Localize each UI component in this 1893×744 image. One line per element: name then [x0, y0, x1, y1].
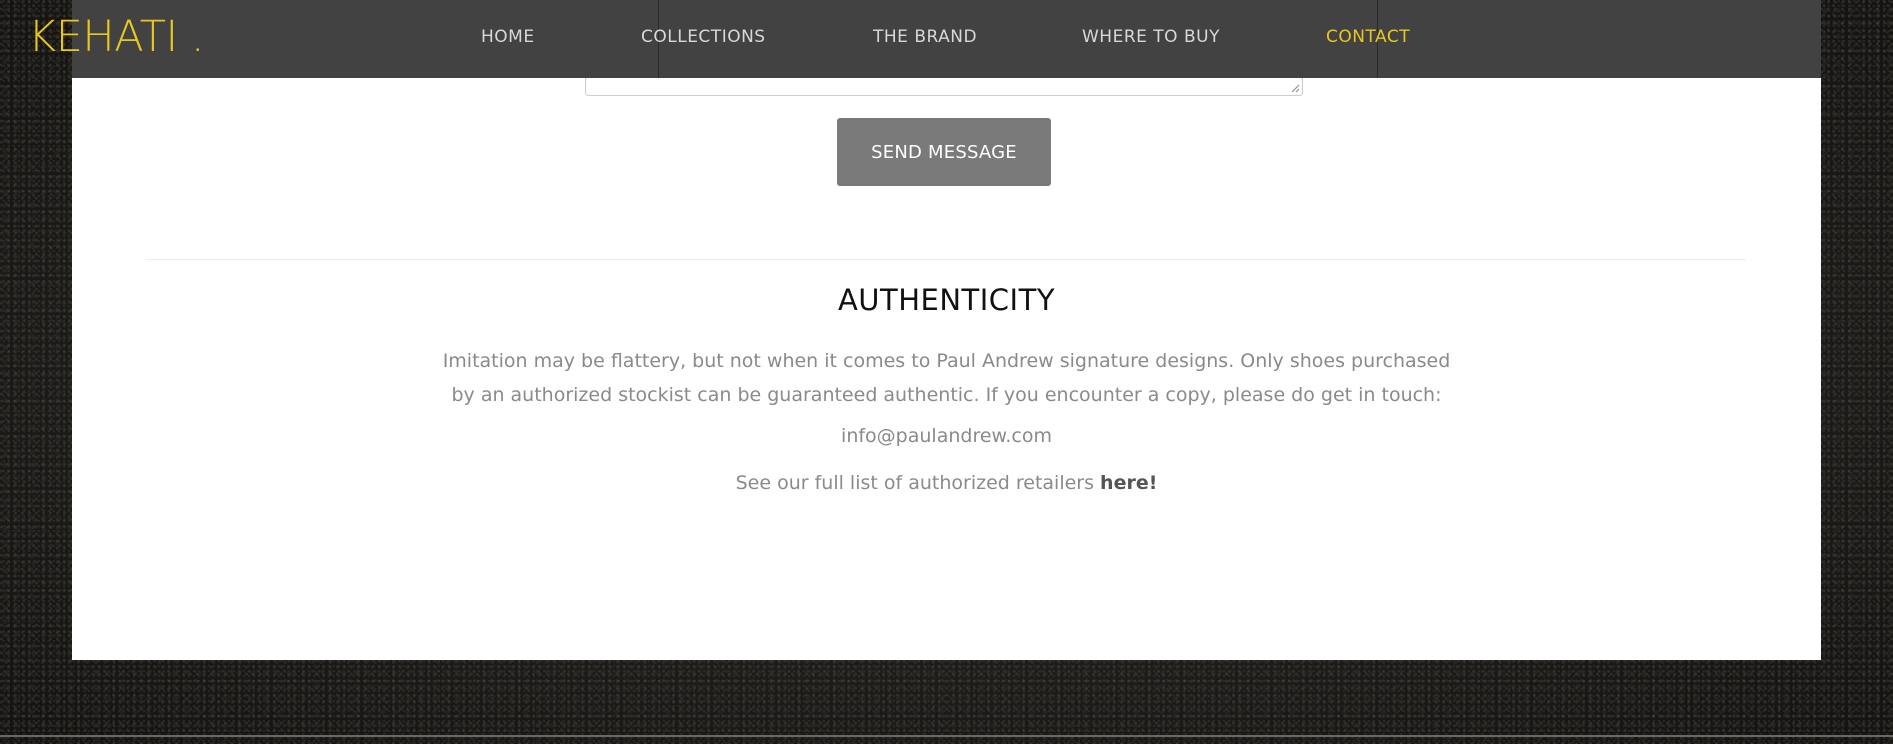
- retailers-line: See our full list of authorized retailer…: [72, 472, 1821, 494]
- authenticity-description: Imitation may be flattery, but not when …: [442, 350, 1451, 406]
- brand-logo[interactable]: KEHATI .: [28, 12, 205, 62]
- send-message-button[interactable]: SEND MESSAGE: [837, 118, 1051, 186]
- nav-item-contact[interactable]: CONTACT: [1326, 27, 1410, 47]
- top-navbar: KEHATI . HOME COLLECTIONS THE BRAND WHER…: [0, 0, 1893, 78]
- authenticity-heading: AUTHENTICITY: [837, 283, 1056, 317]
- retailers-text: See our full list of authorized retailer…: [735, 472, 1101, 494]
- contact-email: info@paulandrew.com: [841, 425, 1052, 447]
- nav-item-collections[interactable]: COLLECTIONS: [641, 27, 766, 47]
- nav-item-where-to-buy[interactable]: WHERE TO BUY: [1082, 27, 1220, 47]
- section-divider: [145, 259, 1746, 260]
- nav-item-the-brand[interactable]: THE BRAND: [873, 27, 977, 47]
- background-bottom-rule: [0, 735, 1893, 737]
- retailers-here-link[interactable]: here!: [1100, 472, 1157, 494]
- nav-item-home[interactable]: HOME: [481, 27, 535, 47]
- content-panel: SEND MESSAGE AUTHENTICITY Imitation may …: [72, 0, 1821, 660]
- resize-handle-icon[interactable]: [1291, 84, 1300, 93]
